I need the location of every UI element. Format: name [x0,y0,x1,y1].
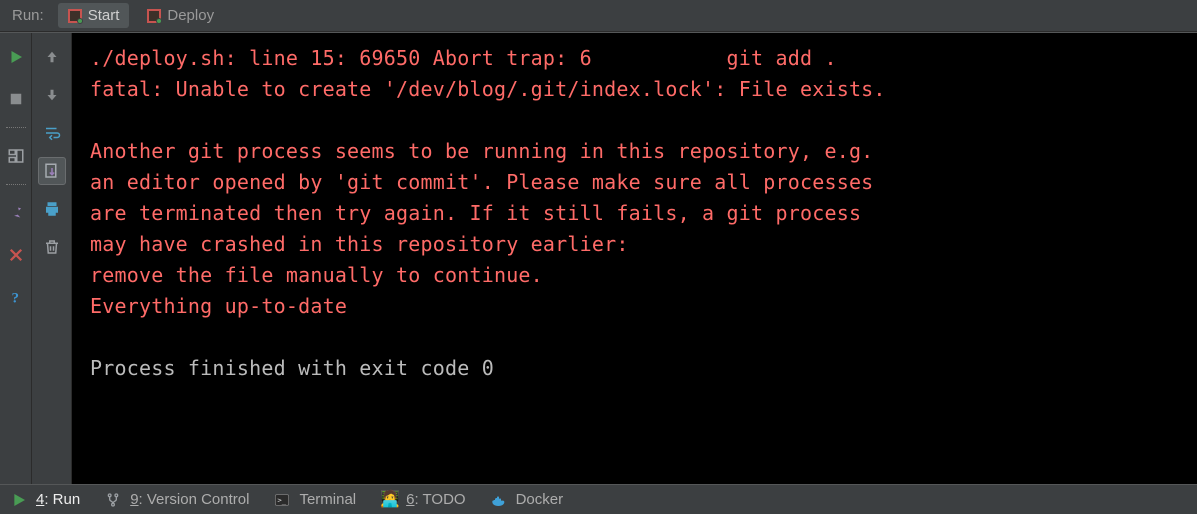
stop-button[interactable] [2,85,30,113]
toolwin-vcs[interactable]: 9: Version Control [104,491,249,508]
svg-text:>_: >_ [278,495,287,504]
toolwin-vcs-label: 9: Version Control [130,491,249,508]
help-button[interactable]: ? [2,283,30,311]
svg-text:?: ? [11,290,19,306]
separator [6,184,26,185]
pin-button[interactable] [2,199,30,227]
rerun-button[interactable] [2,43,30,71]
clear-all-button[interactable] [38,233,66,261]
toolwin-todo-label: 6: TODO [406,491,465,508]
console-line: may have crashed in this repository earl… [90,229,1183,260]
toolwin-run[interactable]: 4: Run [10,491,80,508]
close-button[interactable] [2,241,30,269]
run-panel-main: ? ./depl [0,32,1197,484]
toolwin-terminal[interactable]: >_ Terminal [273,491,356,508]
tab-start[interactable]: Start [58,3,130,28]
toolwin-todo[interactable]: 🧑‍💻 6: TODO [380,491,465,508]
run-panel-label: Run: [6,7,50,24]
run-right-gutter [32,33,72,484]
console-line: Another git process seems to be running … [90,136,1183,167]
print-button[interactable] [38,195,66,223]
run-config-icon [147,9,161,23]
scroll-to-end-button[interactable] [38,157,66,185]
toolwin-run-label: 4: Run [36,491,80,508]
console-line: are terminated then try again. If it sti… [90,198,1183,229]
run-config-icon [68,9,82,23]
separator [6,127,26,128]
console-line: Process finished with exit code 0 [90,353,1183,384]
tab-label: Deploy [167,7,214,24]
console-line: remove the file manually to continue. [90,260,1183,291]
console-line: ./deploy.sh: line 15: 69650 Abort trap: … [90,43,1183,74]
toolwin-docker-label: Docker [516,491,564,508]
console-line [90,322,1183,353]
toolwin-terminal-label: Terminal [299,491,356,508]
console-line [90,105,1183,136]
run-tabbar: Run: Start Deploy [0,0,1197,32]
run-left-gutter: ? [0,33,32,484]
console-line: Everything up-to-date [90,291,1183,322]
console-output[interactable]: ./deploy.sh: line 15: 69650 Abort trap: … [72,33,1197,484]
tab-label: Start [88,7,120,24]
toolwin-docker[interactable]: Docker [490,491,564,508]
layout-button[interactable] [2,142,30,170]
soft-wrap-button[interactable] [38,119,66,147]
console-line: fatal: Unable to create '/dev/blog/.git/… [90,74,1183,105]
todo-icon: 🧑‍💻 [380,492,398,508]
up-stack-button[interactable] [38,43,66,71]
tool-window-bar: 4: Run 9: Version Control >_ Terminal 🧑‍… [0,484,1197,514]
tab-deploy[interactable]: Deploy [137,3,224,28]
console-line: an editor opened by 'git commit'. Please… [90,167,1183,198]
down-stack-button[interactable] [38,81,66,109]
